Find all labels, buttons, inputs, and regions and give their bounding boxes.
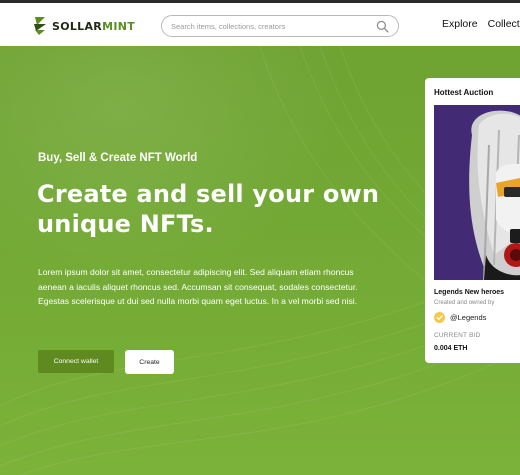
nav-item-collections[interactable]: Collections — [488, 18, 520, 30]
current-bid-value: 0.004 ETH — [434, 345, 468, 352]
search-input[interactable] — [171, 19, 371, 34]
hottest-auction-card[interactable]: Hottest Auction Legends New heroes Creat… — [425, 78, 520, 363]
hero-section: Buy, Sell & Create NFT World Create and … — [0, 46, 520, 475]
search-bar[interactable] — [161, 15, 399, 37]
logo-icon — [34, 17, 46, 35]
top-header: SOLLARMINT Explore Collections — [0, 0, 520, 46]
owner-handle[interactable]: @Legends — [450, 313, 486, 322]
brand-name: SOLLARMINT — [52, 19, 136, 33]
search-icon[interactable] — [376, 20, 389, 33]
current-bid-label: CURRENT BID — [434, 332, 481, 339]
nav-item-explore[interactable]: Explore — [442, 18, 478, 30]
main-nav: Explore Collections — [442, 18, 520, 30]
hero-subtitle: Buy, Sell & Create NFT World — [38, 152, 198, 164]
nft-artwork-image[interactable] — [434, 105, 520, 280]
nft-title[interactable]: Legends New heroes — [434, 289, 504, 296]
owner-row[interactable]: @Legends — [434, 311, 486, 324]
card-title: Hottest Auction — [434, 88, 494, 97]
create-button[interactable]: Create — [125, 350, 174, 374]
hero-headline: Create and sell your own unique NFTs. — [37, 180, 380, 238]
connect-wallet-button[interactable]: Connect wallet — [38, 350, 114, 373]
created-by-label: Created and owned by — [434, 300, 495, 306]
hero-description: Lorem ipsum dolor sit amet, consectetur … — [38, 267, 358, 306]
verified-icon — [434, 312, 445, 323]
brand-logo[interactable]: SOLLARMINT — [32, 15, 135, 37]
